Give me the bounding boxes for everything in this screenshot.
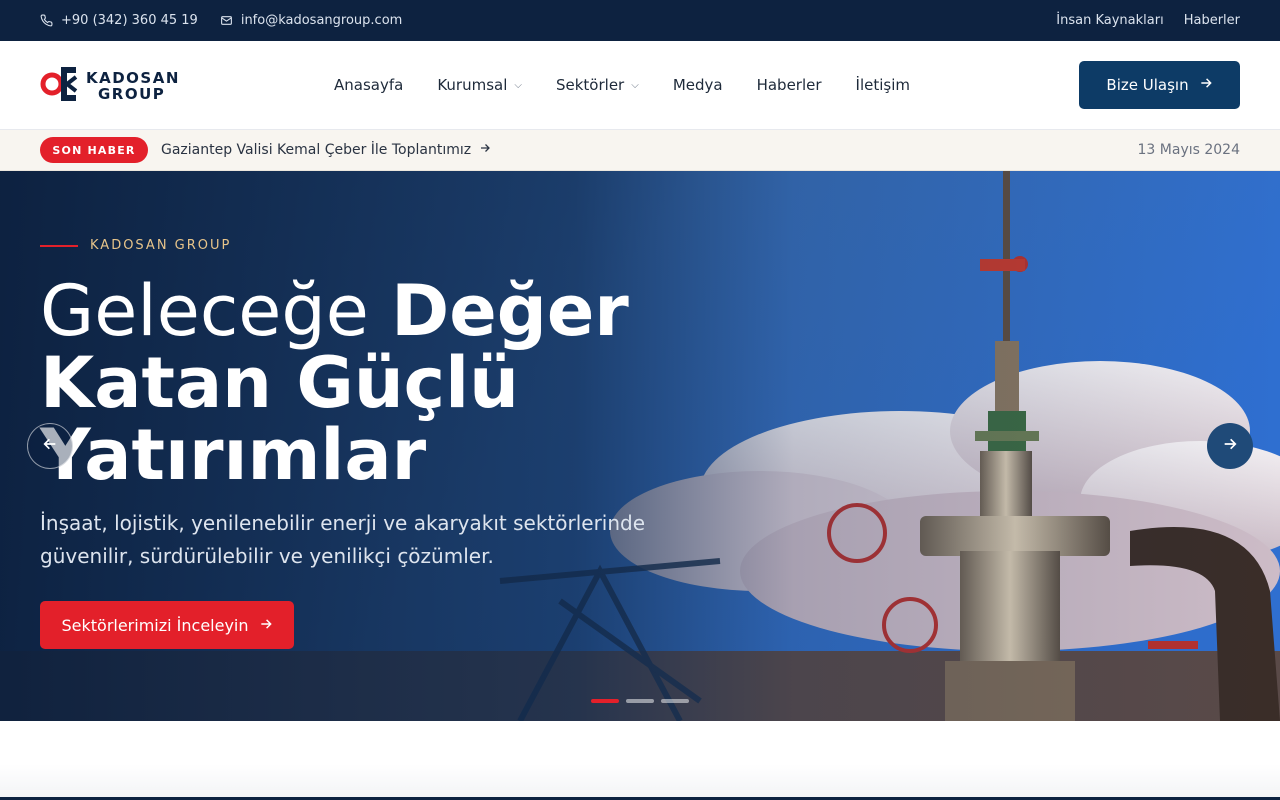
logo-line2: GROUP bbox=[98, 85, 166, 103]
slide-dot-2[interactable] bbox=[626, 699, 654, 703]
mail-icon bbox=[220, 14, 233, 27]
news-ticker: SON HABER Gaziantep Valisi Kemal Çeber İ… bbox=[0, 130, 1280, 171]
logo[interactable]: KADOSAN GROUP bbox=[40, 67, 180, 105]
cta-label: Bize Ulaşın bbox=[1106, 76, 1189, 94]
nav-label: Medya bbox=[672, 76, 723, 94]
eyebrow-text: KADOSAN GROUP bbox=[90, 238, 232, 253]
latest-news-badge: SON HABER bbox=[40, 137, 148, 163]
main-nav: Anasayfa Kurumsal ⌵ Sektörler ⌵ Medya Habe… bbox=[334, 41, 910, 129]
arrow-right-icon bbox=[259, 616, 273, 635]
slider-next-button[interactable] bbox=[1207, 423, 1253, 469]
eyebrow-divider bbox=[40, 244, 78, 247]
latest-news-link[interactable]: Gaziantep Valisi Kemal Çeber İle Toplant… bbox=[161, 130, 491, 170]
hero-subtitle: İnşaat, lojistik, yenilenebilir enerji v… bbox=[40, 511, 646, 568]
top-link-human-resources[interactable]: İnsan Kaynakları bbox=[1056, 13, 1163, 28]
hero-title-light: Geleceğe bbox=[40, 270, 392, 352]
top-bar: +90 (342) 360 45 19 info@kadosangroup.co… bbox=[0, 0, 1280, 41]
email-address: info@kadosangroup.com bbox=[240, 13, 403, 28]
next-section bbox=[0, 721, 1280, 800]
slider-pagination bbox=[591, 699, 689, 703]
nav-item-contact[interactable]: İletişim bbox=[856, 76, 910, 94]
chevron-down-icon: ⌵ bbox=[514, 79, 522, 91]
nav-item-news[interactable]: Haberler bbox=[757, 76, 822, 94]
nav-label: Anasayfa bbox=[334, 76, 404, 94]
phone-link[interactable]: +90 (342) 360 45 19 bbox=[40, 13, 198, 28]
hero-slider: KADOSAN GROUP Geleceğe Değer Katan Güçlü… bbox=[0, 171, 1280, 721]
contact-info: +90 (342) 360 45 19 info@kadosangroup.co… bbox=[40, 0, 402, 41]
news-headline: Gaziantep Valisi Kemal Çeber İle Toplant… bbox=[161, 142, 472, 158]
nav-item-home[interactable]: Anasayfa bbox=[334, 76, 403, 94]
logo-mark-icon bbox=[40, 67, 80, 105]
chevron-down-icon: ⌵ bbox=[631, 79, 639, 91]
top-links: İnsan Kaynakları Haberler bbox=[1056, 0, 1240, 41]
slide-dot-1[interactable] bbox=[591, 699, 619, 703]
hero-eyebrow: KADOSAN GROUP bbox=[40, 238, 231, 253]
main-header: KADOSAN GROUP Anasayfa Kurumsal ⌵ Sektörl… bbox=[0, 41, 1280, 130]
nav-label: Haberler bbox=[756, 76, 822, 94]
email-link[interactable]: info@kadosangroup.com bbox=[220, 13, 402, 28]
top-link-news[interactable]: Haberler bbox=[1184, 13, 1240, 28]
contact-us-button[interactable]: Bize Ulaşın bbox=[1079, 61, 1240, 109]
hero-title: Geleceğe Değer Katan Güçlü Yatırımlar bbox=[40, 275, 700, 491]
nav-item-media[interactable]: Medya bbox=[673, 76, 723, 94]
logo-text: KADOSAN GROUP bbox=[86, 70, 180, 102]
slider-prev-button[interactable] bbox=[27, 423, 73, 469]
arrow-left-icon bbox=[42, 436, 58, 456]
nav-label: İletişim bbox=[855, 76, 910, 94]
news-date: 13 Mayıs 2024 bbox=[1137, 142, 1240, 158]
phone-icon bbox=[40, 14, 53, 27]
nav-label: Kurumsal bbox=[437, 76, 508, 94]
nav-item-sectors[interactable]: Sektörler ⌵ bbox=[556, 76, 639, 94]
explore-sectors-button[interactable]: Sektörlerimizi İnceleyin bbox=[40, 601, 294, 649]
arrow-right-icon bbox=[479, 142, 491, 158]
arrow-right-icon bbox=[1199, 76, 1213, 94]
arrow-right-icon bbox=[1222, 436, 1238, 456]
nav-label: Sektörler bbox=[555, 76, 625, 94]
slide-dot-3[interactable] bbox=[661, 699, 689, 703]
phone-number: +90 (342) 360 45 19 bbox=[61, 13, 198, 28]
logo-line1: KADOSAN bbox=[86, 69, 180, 87]
hero-button-label: Sektörlerimizi İnceleyin bbox=[61, 615, 249, 635]
nav-item-corporate[interactable]: Kurumsal ⌵ bbox=[437, 76, 522, 94]
